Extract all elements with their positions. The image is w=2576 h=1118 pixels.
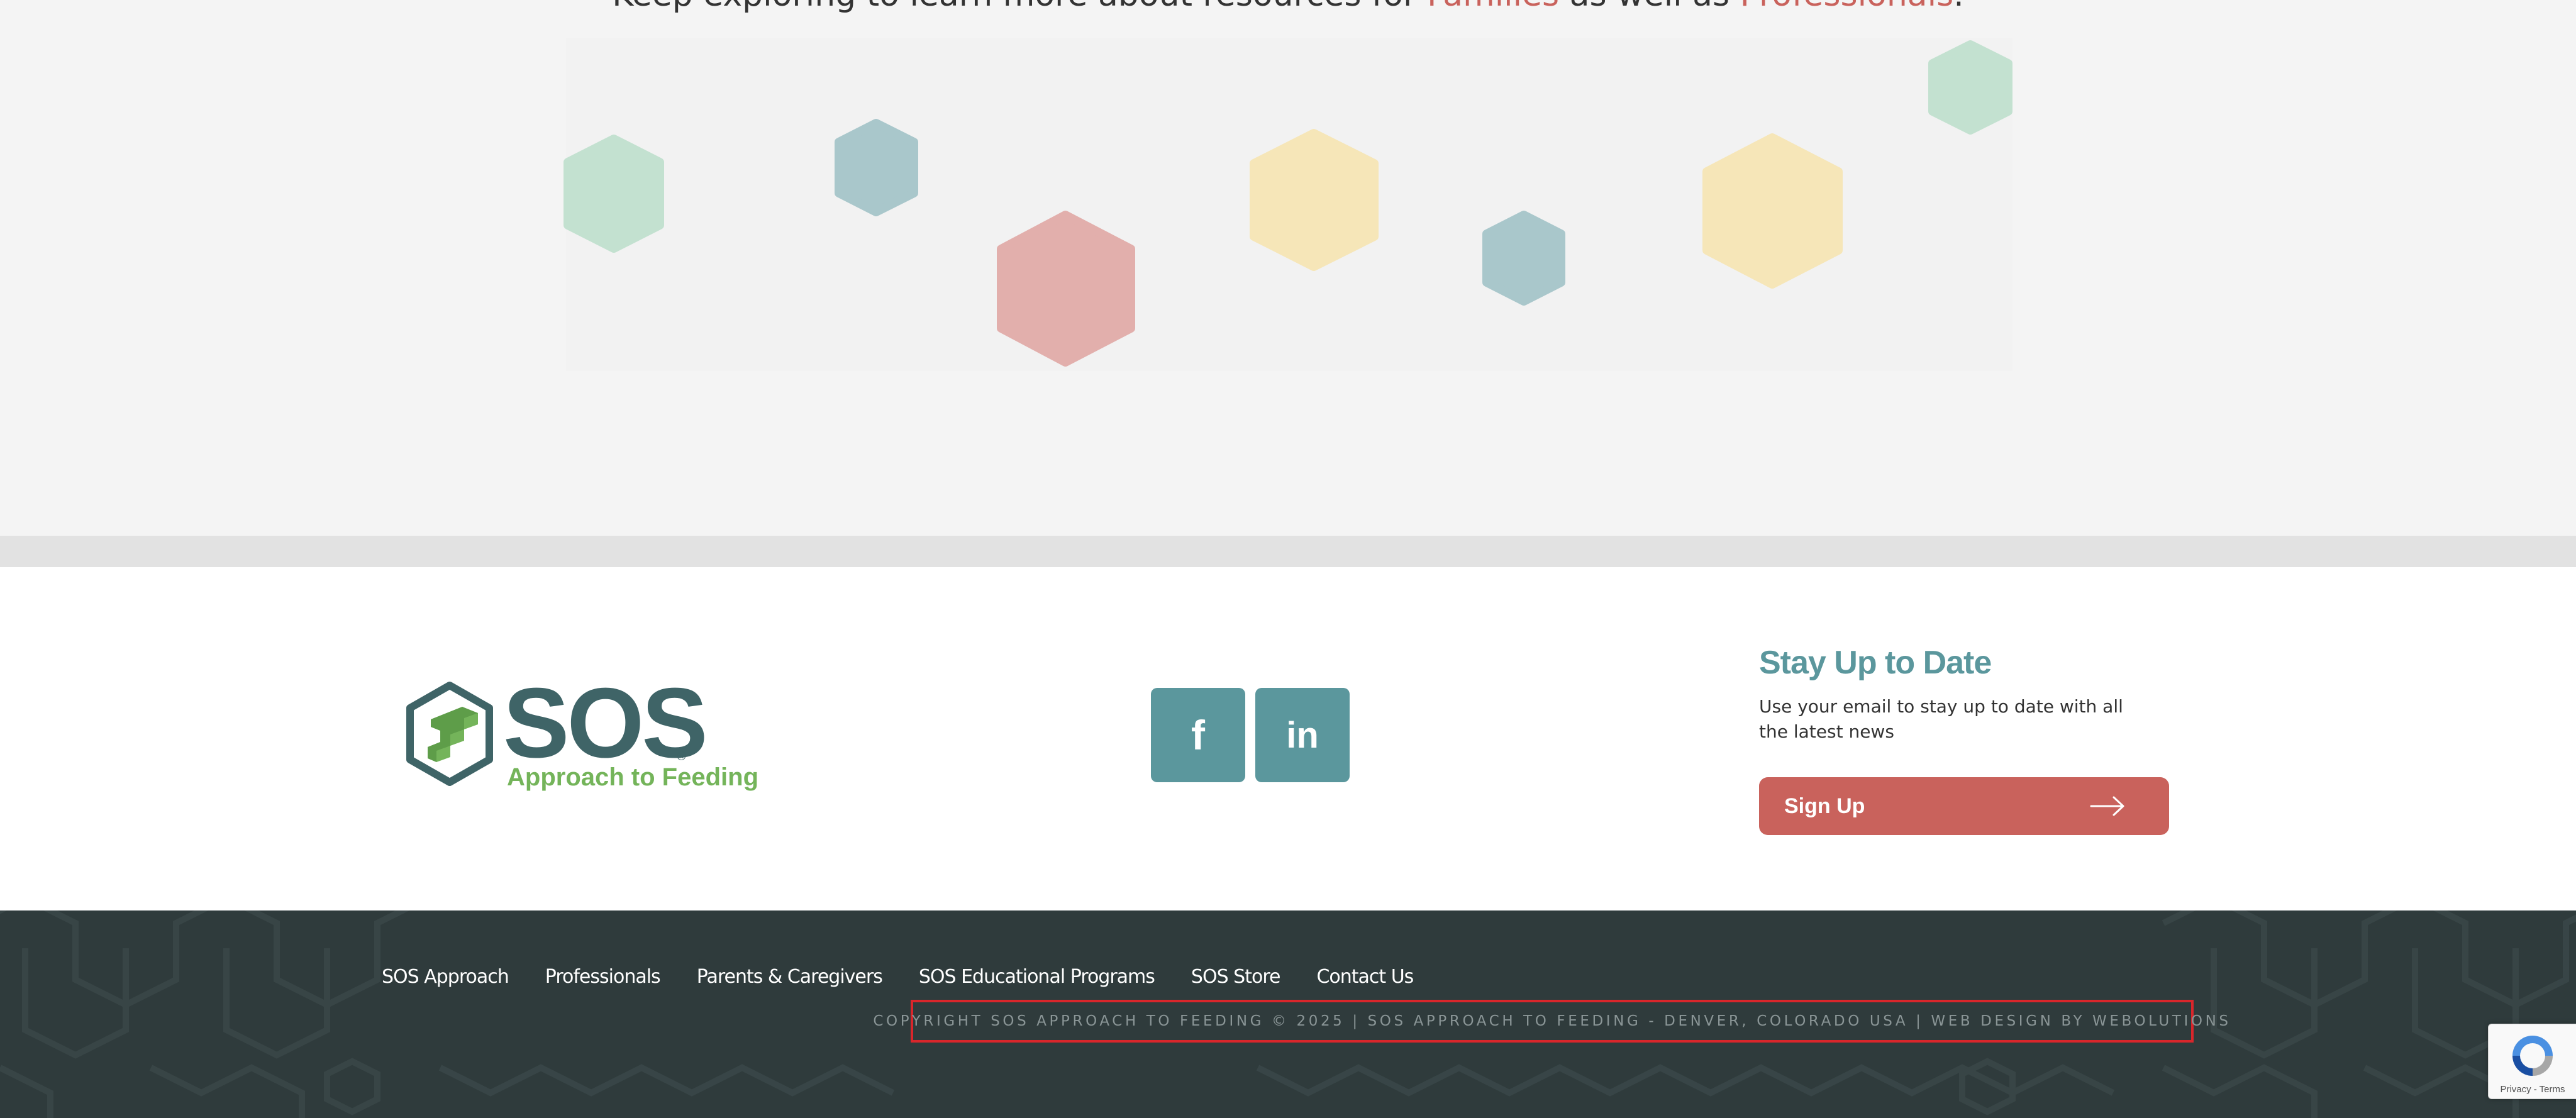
facebook-button[interactable]: f [1151,688,1245,782]
newsletter-block: Stay Up to Date Use your email to stay u… [1759,643,2169,835]
decorative-hexagons [564,38,2012,371]
footer-nav-sos-approach[interactable]: SOS Approach [382,966,509,988]
explore-section: Keep exploring to learn more about resou… [0,0,2576,536]
hexagon-green [564,135,664,253]
hexagon-yellow [1702,133,1843,289]
stairs-hexagon-icon [406,682,493,786]
sign-up-button[interactable]: Sign Up [1759,777,2169,835]
linkedin-button[interactable]: in [1255,688,1350,782]
recaptcha-icon [2512,1036,2553,1076]
sign-up-label: Sign Up [1784,794,1865,818]
copyright-text: COPYRIGHT SOS APPROACH TO FEEDING © 2025… [873,1000,2228,1043]
logo-tagline: Approach to Feeding [507,763,758,791]
sos-logo[interactable]: SOS ® Approach to Feeding [402,673,758,800]
footer-nav-professionals[interactable]: Professionals [545,966,661,988]
arrow-right-icon [2090,796,2124,816]
newsletter-title: Stay Up to Date [1759,645,1992,681]
footer-nav-educational-programs[interactable]: SOS Educational Programs [919,966,1155,988]
linkedin-icon: in [1286,714,1319,756]
footer-top: SOS ® Approach to Feeding f in Stay Up t… [0,567,2576,910]
footer-nav-parents-caregivers[interactable]: Parents & Caregivers [697,966,883,988]
facebook-icon: f [1191,712,1205,758]
hexagon-yellow [1250,129,1379,271]
recaptcha-terms[interactable]: Privacy - Terms [2489,1084,2576,1095]
hexagon-blue [835,119,918,216]
hexagon-pink [997,211,1135,367]
footer-bottom: SOS Approach Professionals Parents & Car… [0,910,2576,1118]
footer-nav-contact-us[interactable]: Contact Us [1316,966,1414,988]
recaptcha-badge[interactable]: Privacy - Terms [2488,1024,2576,1099]
newsletter-description: Use your email to stay up to date with a… [1759,696,2123,742]
hexagon-blue [1482,211,1565,306]
registered-mark: ® [677,750,686,763]
logo-wordmark: SOS [503,668,708,778]
footer-nav: SOS Approach Professionals Parents & Car… [382,966,1450,988]
footer-nav-sos-store[interactable]: SOS Store [1191,966,1281,988]
section-divider-band [0,536,2576,567]
hexagon-green [1928,40,2012,135]
